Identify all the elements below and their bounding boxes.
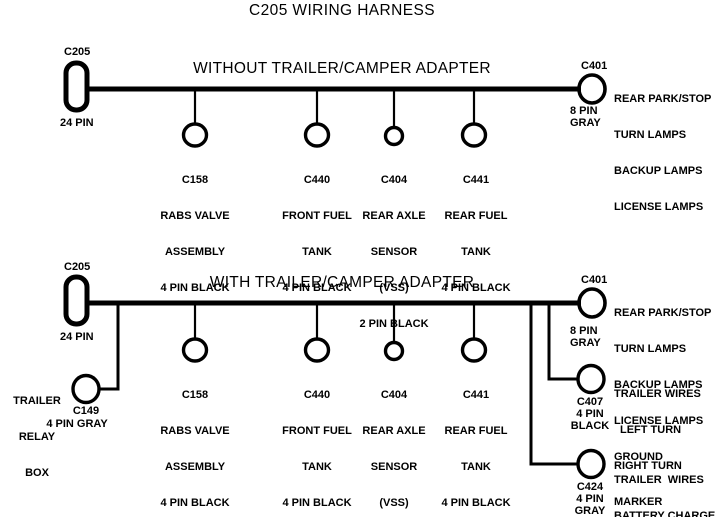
branch-line2-c441-section1: TANK	[461, 246, 491, 258]
branch-line3-c404-section2: (VSS)	[379, 497, 409, 509]
circuit-1-c401-section2: REAR PARK/STOP	[614, 307, 712, 319]
diagram-title: C205 WIRING HARNESS	[249, 2, 435, 19]
branch-line4-c404-section1: 2 PIN BLACK	[359, 318, 429, 330]
branch-label-c441-section1: C441 REAR FUEL TANK 4 PIN BLACK	[441, 150, 510, 318]
connector-pins-c401-section1: 8 PIN	[570, 105, 598, 117]
connector-label-c407: C407	[576, 396, 604, 408]
connector-pins-c424: 4 PIN	[576, 493, 604, 505]
branch-line1-c440-section1: FRONT FUEL	[282, 210, 352, 222]
branch-line2-c440-section1: TANK	[302, 246, 332, 258]
connector-c401-circle-section1	[577, 73, 607, 105]
connector-c424-circle-section2	[576, 448, 606, 480]
circuit-3-c401-section1: BACKUP LAMPS	[614, 165, 703, 177]
branch-id-c404-section2: C404	[380, 389, 408, 401]
connector-c441-circle-section2	[460, 337, 488, 363]
branch-line3-c441-section2: 4 PIN BLACK	[441, 497, 511, 509]
connector-pins-c401-section2: 8 PIN	[570, 325, 598, 337]
branch-line2-c404-section2: SENSOR	[370, 461, 418, 473]
branch-line2-c440-section2: TANK	[302, 461, 332, 473]
branch-id-c404-section1: C404	[380, 174, 408, 186]
trailer-relay-box-label: TRAILER RELAY BOX	[13, 371, 61, 503]
branch-label-c404-section1: C404 REAR AXLE SENSOR (VSS) 2 PIN BLACK	[359, 150, 428, 354]
section-title-without-adapter: WITHOUT TRAILER/CAMPER ADAPTER	[193, 60, 491, 77]
connector-spec-c149: 4 PIN GRAY	[46, 418, 108, 430]
branch-line3-c440-section2: 4 PIN BLACK	[282, 497, 352, 509]
circuit-2-c407: LEFT TURN	[620, 424, 682, 436]
branch-line1-c441-section2: REAR FUEL	[444, 425, 508, 437]
branch-line2-c441-section2: TANK	[461, 461, 491, 473]
branch-label-c158-section1: C158 RABS VALVE ASSEMBLY 4 PIN BLACK	[160, 150, 229, 318]
connector-color-c401-section2: GRAY	[570, 337, 601, 349]
circuit-1-c407: TRAILER WIRES	[614, 388, 701, 400]
branch-id-c441-section2: C441	[462, 389, 490, 401]
connector-c404-circle-section1	[383, 125, 405, 147]
section-title-with-adapter: WITH TRAILER/CAMPER ADAPTER	[209, 274, 475, 291]
branch-label-c440-section2: C440 FRONT FUEL TANK 4 PIN BLACK	[282, 365, 352, 517]
connector-c441-circle-section1	[460, 122, 488, 148]
connector-color-c424: GRAY	[574, 505, 606, 517]
circuit-4-c401-section1: LICENSE LAMPS	[614, 201, 704, 213]
connector-c401-circle-section2	[577, 287, 607, 319]
connector-pins-c205-section1: 24 PIN	[60, 117, 94, 129]
circuit-list-c401-section1: REAR PARK/STOP TURN LAMPS BACKUP LAMPS L…	[614, 69, 711, 237]
circuit-1-c401-section1: REAR PARK/STOP	[614, 93, 712, 105]
branch-line1-c158-section1: RABS VALVE	[160, 210, 230, 222]
branch-line1-c158-section2: RABS VALVE	[160, 425, 230, 437]
connector-label-c424: C424	[576, 481, 604, 493]
branch-line3-c158-section2: 4 PIN BLACK	[160, 497, 230, 509]
relay-box-line3: BOX	[25, 467, 49, 479]
branch-label-c404-section2: C404 REAR AXLE SENSOR (VSS) 2 PIN BLACK	[359, 365, 428, 517]
branch-line-c149-section2	[100, 303, 120, 391]
circuit-2-c401-section1: TURN LAMPS	[614, 129, 687, 141]
circuit-1-c424: TRAILER WIRES	[614, 474, 704, 486]
branch-id-c158-section2: C158	[181, 389, 209, 401]
relay-box-line2: RELAY	[18, 431, 56, 443]
branch-id-c440-section1: C440	[303, 174, 331, 186]
branch-id-c158-section1: C158	[181, 174, 209, 186]
branch-line1-c404-section2: REAR AXLE	[362, 425, 426, 437]
circuit-2-c401-section2: TURN LAMPS	[614, 343, 687, 355]
connector-color-c407: BLACK	[570, 420, 610, 432]
circuit-list-c424: TRAILER WIRES BATTERY CHARGE BACKUP BRAK…	[614, 450, 715, 517]
branch-line2-c404-section1: SENSOR	[370, 246, 418, 258]
wiring-diagram-root: C205 WIRING HARNESS WITHOUT TRAILER/CAMP…	[0, 0, 720, 517]
connector-c158-circle-section1	[181, 122, 209, 148]
branch-line2-c158-section1: ASSEMBLY	[164, 246, 226, 258]
circuit-2-c424: BATTERY CHARGE	[614, 510, 716, 517]
connector-c407-circle-section2	[576, 363, 606, 395]
connector-c440-circle-section1	[303, 122, 331, 148]
branch-label-c441-section2: C441 REAR FUEL TANK 4 PIN BLACK	[441, 365, 510, 517]
relay-box-line1: TRAILER	[13, 395, 61, 407]
connector-pins-c407: 4 PIN	[576, 408, 604, 420]
connector-label-c205-section2: C205	[64, 261, 91, 273]
connector-pins-c205-section2: 24 PIN	[60, 331, 94, 343]
branch-label-c440-section1: C440 FRONT FUEL TANK 4 PIN BLACK	[282, 150, 352, 318]
branch-line1-c441-section1: REAR FUEL	[444, 210, 508, 222]
branch-label-c158-section2: C158 RABS VALVE ASSEMBLY 4 PIN BLACK	[160, 365, 229, 517]
branch-line2-c158-section2: ASSEMBLY	[164, 461, 226, 473]
connector-c440-circle-section2	[303, 337, 331, 363]
connector-c158-circle-section2	[181, 337, 209, 363]
connector-c205-body-section1	[63, 60, 90, 113]
connector-label-c401-section2: C401	[581, 274, 608, 286]
connector-label-c149: C149	[72, 405, 100, 417]
connector-c149-circle-section2	[71, 373, 101, 405]
connector-color-c401-section1: GRAY	[570, 117, 601, 129]
connector-c205-body-section2	[63, 274, 90, 327]
connector-label-c401-section1: C401	[581, 60, 608, 72]
branch-id-c440-section2: C440	[303, 389, 331, 401]
branch-line1-c404-section1: REAR AXLE	[362, 210, 426, 222]
branch-line1-c440-section2: FRONT FUEL	[282, 425, 352, 437]
branch-id-c441-section1: C441	[462, 174, 490, 186]
connector-label-c205-section1: C205	[64, 46, 91, 58]
